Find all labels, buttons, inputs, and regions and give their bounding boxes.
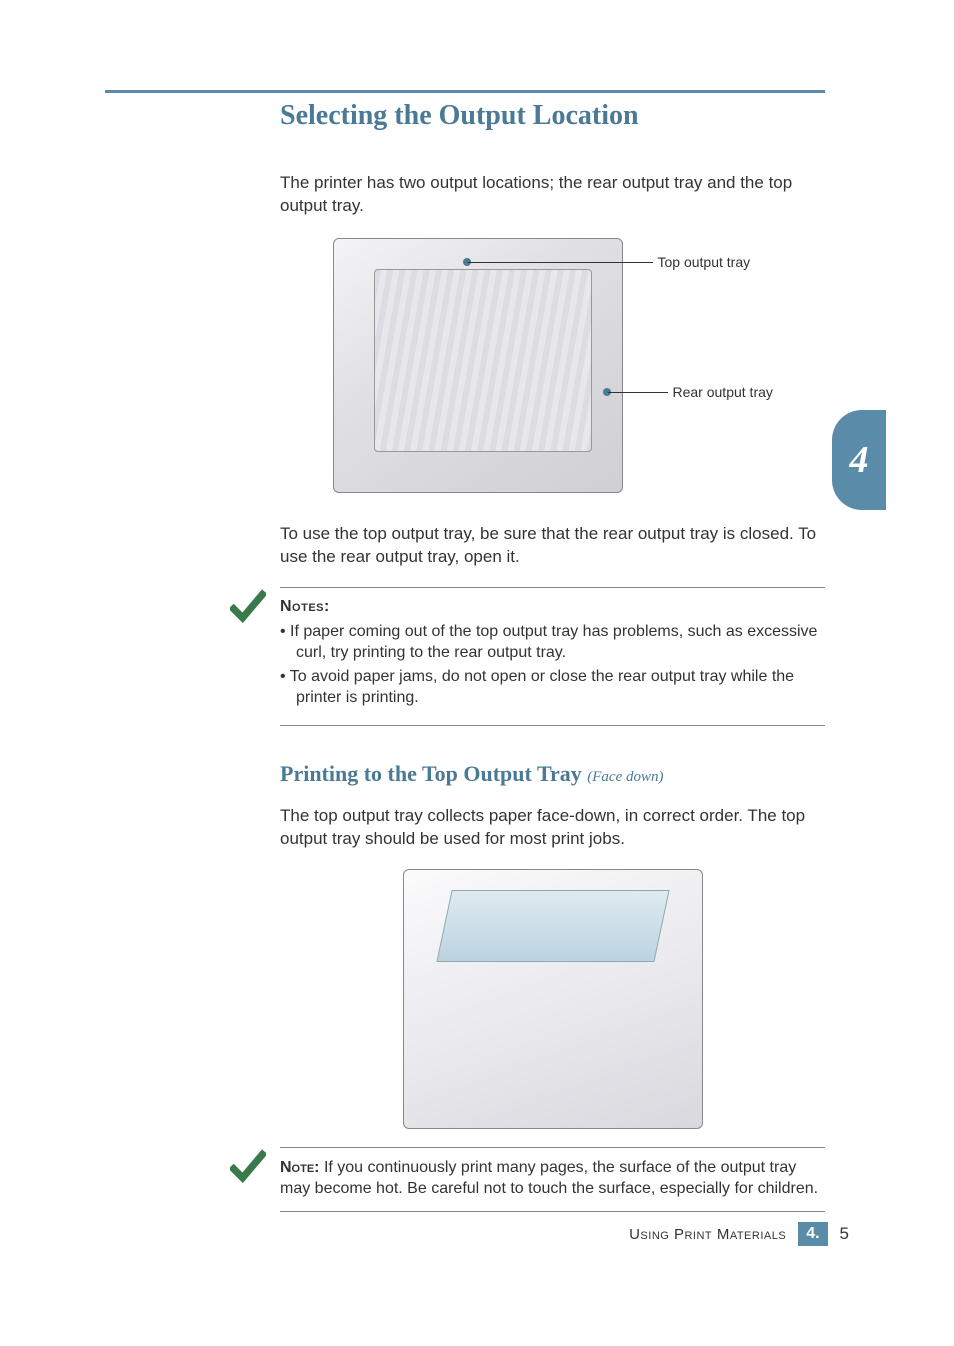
page-heading: Selecting the Output Location	[280, 100, 825, 132]
notes-section: Notes: If paper coming out of the top ou…	[280, 587, 825, 726]
printer-illustration-icon	[333, 238, 623, 493]
note-item: To avoid paper jams, do not open or clos…	[280, 667, 825, 709]
callout-rear-output: Rear output tray	[673, 384, 773, 400]
chapter-number: 4	[850, 438, 869, 482]
note-2-text: Note: If you continuously print many pag…	[280, 1158, 825, 1200]
notes-block: Notes: If paper coming out of the top ou…	[280, 587, 825, 726]
subheading-suffix: (Face down)	[587, 769, 663, 785]
figure-printer-rear-open: Top output tray Rear output tray	[313, 238, 793, 498]
notes-heading: Notes:	[280, 598, 825, 616]
page-footer: Using Print Materials 4. 5	[629, 1222, 849, 1246]
footer-section-label: Using Print Materials	[629, 1226, 786, 1243]
note-item: If paper coming out of the top output tr…	[280, 622, 825, 664]
note-2-lead: Note:	[280, 1159, 320, 1176]
main-content: Selecting the Output Location The printe…	[280, 100, 825, 1247]
checkmark-icon	[230, 1149, 266, 1185]
notes-list: If paper coming out of the top output tr…	[280, 622, 825, 709]
intro-paragraph: The printer has two output locations; th…	[280, 172, 825, 218]
printer-illustration-icon	[403, 869, 703, 1129]
note-block-2: Note: If you continuously print many pag…	[280, 1147, 825, 1213]
post-figure-paragraph: To use the top output tray, be sure that…	[280, 523, 825, 569]
note-section-2: Note: If you continuously print many pag…	[280, 1147, 825, 1213]
subsection-heading: Printing to the Top Output Tray (Face do…	[280, 761, 825, 787]
callout-line-top	[468, 262, 653, 263]
note-2-body: If you continuously print many pages, th…	[280, 1159, 818, 1197]
footer-page-number: 5	[840, 1224, 849, 1244]
callout-top-output: Top output tray	[658, 254, 751, 270]
figure-printer-top-output	[403, 869, 703, 1129]
subheading-main: Printing to the Top Output Tray	[280, 761, 582, 786]
callout-line-rear	[608, 392, 668, 393]
header-rule	[105, 90, 825, 93]
checkmark-icon	[230, 589, 266, 625]
footer-chapter-badge: 4.	[798, 1222, 827, 1246]
subsection-paragraph: The top output tray collects paper face-…	[280, 805, 825, 851]
chapter-tab: 4	[832, 410, 886, 510]
